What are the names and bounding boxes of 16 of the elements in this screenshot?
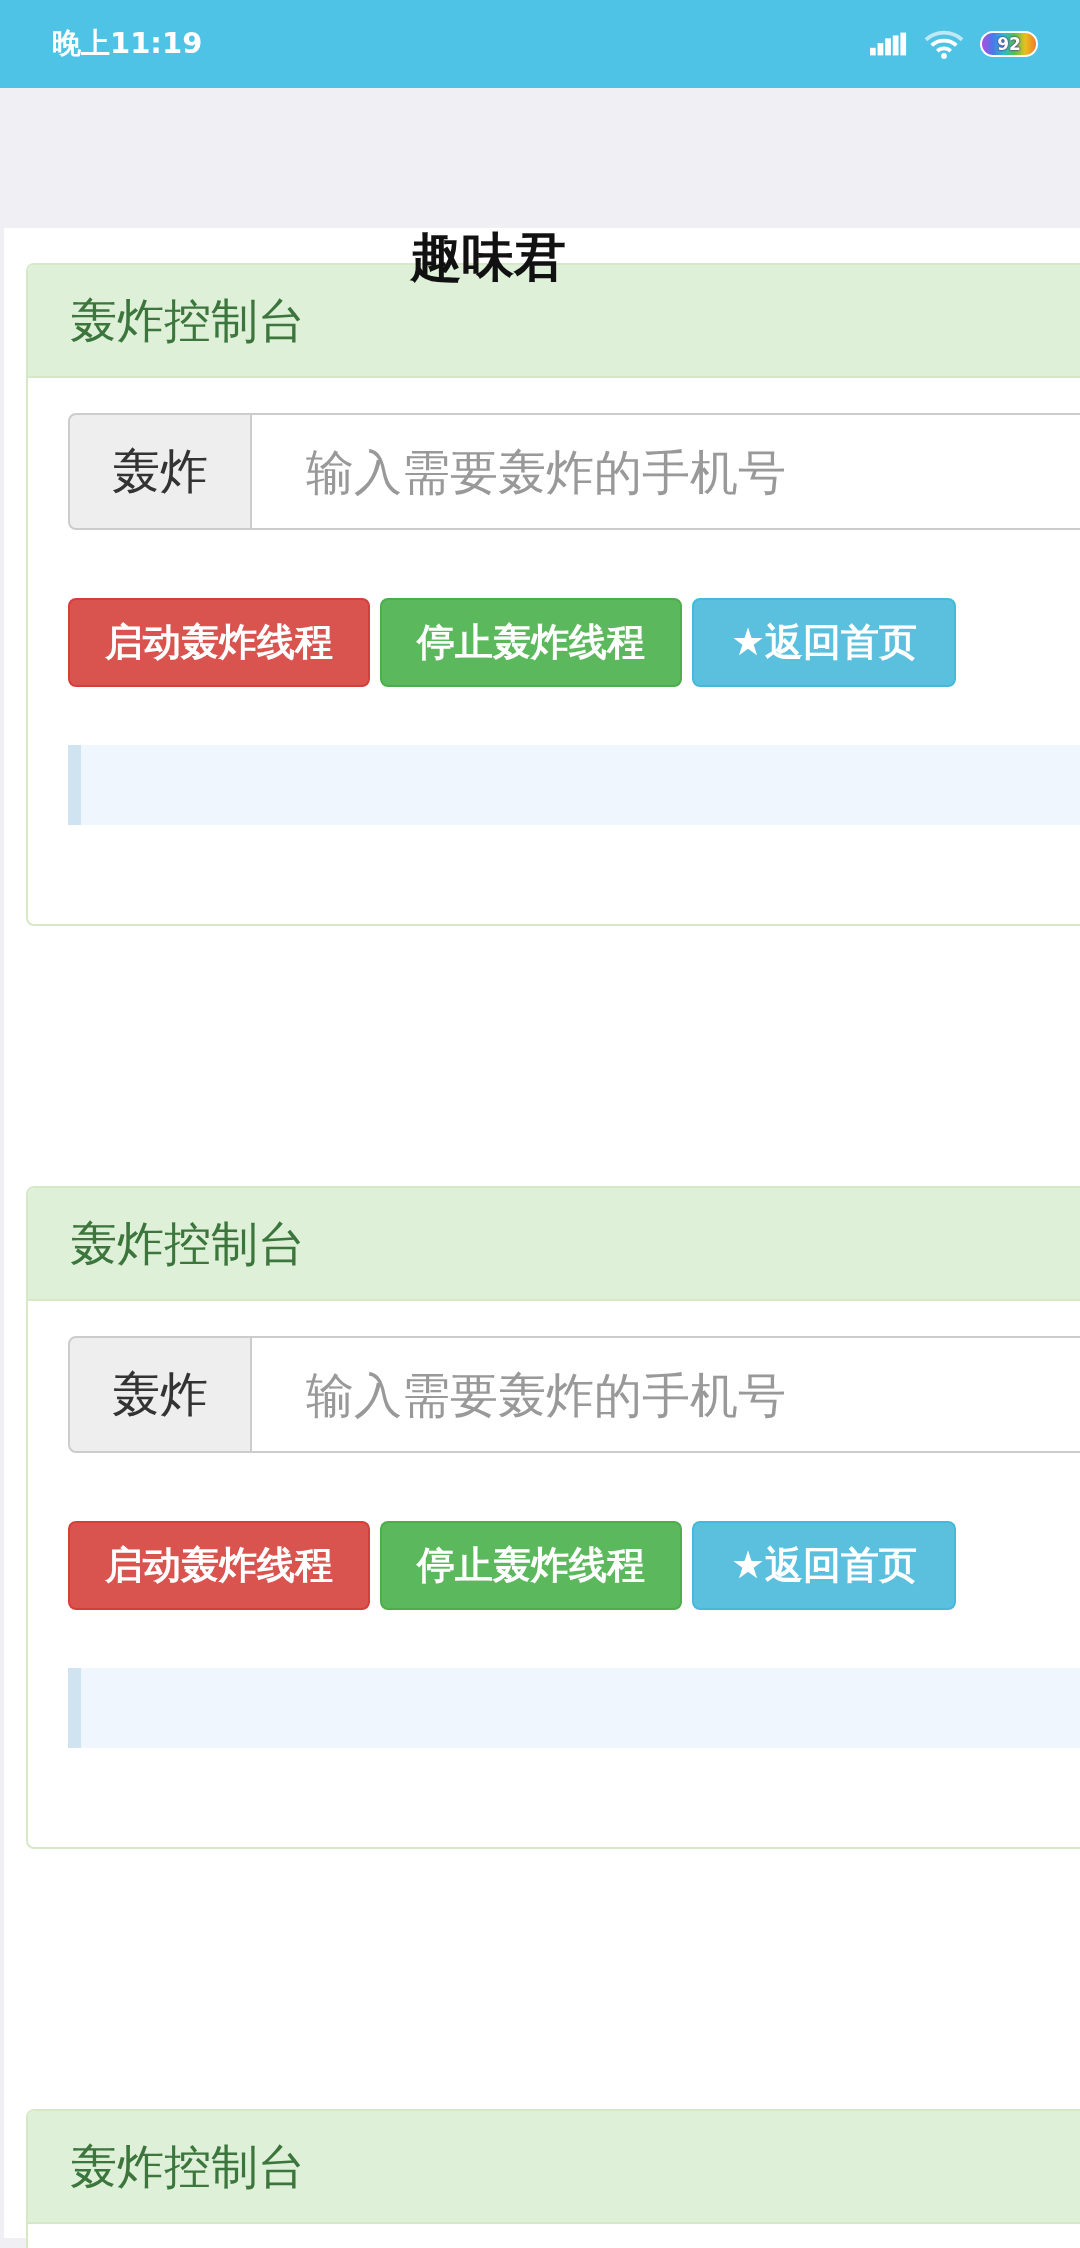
home-button[interactable]: ★返回首页 bbox=[692, 598, 957, 687]
input-addon-label: 轰炸 bbox=[68, 1336, 252, 1453]
panel-header: 轰炸控制台 bbox=[28, 1188, 1080, 1301]
battery-indicator: 92 bbox=[980, 31, 1038, 57]
phone-input[interactable]: 输入需要轰炸的手机号 bbox=[252, 1336, 1080, 1453]
start-button[interactable]: 启动轰炸线程 bbox=[68, 598, 370, 687]
stop-button[interactable]: 停止轰炸线程 bbox=[380, 598, 682, 687]
input-addon-label: 轰炸 bbox=[68, 413, 252, 530]
start-button[interactable]: 启动轰炸线程 bbox=[68, 1521, 370, 1610]
wifi-icon bbox=[924, 29, 964, 59]
status-time: 晚上11:19 bbox=[52, 25, 203, 62]
phone-input[interactable]: 输入需要轰炸的手机号 bbox=[252, 413, 1080, 530]
stop-button[interactable]: 停止轰炸线程 bbox=[380, 1521, 682, 1610]
home-button[interactable]: ★返回首页 bbox=[692, 1521, 957, 1610]
panel-header: 轰炸控制台 bbox=[28, 2111, 1080, 2224]
signal-icon bbox=[870, 32, 908, 56]
